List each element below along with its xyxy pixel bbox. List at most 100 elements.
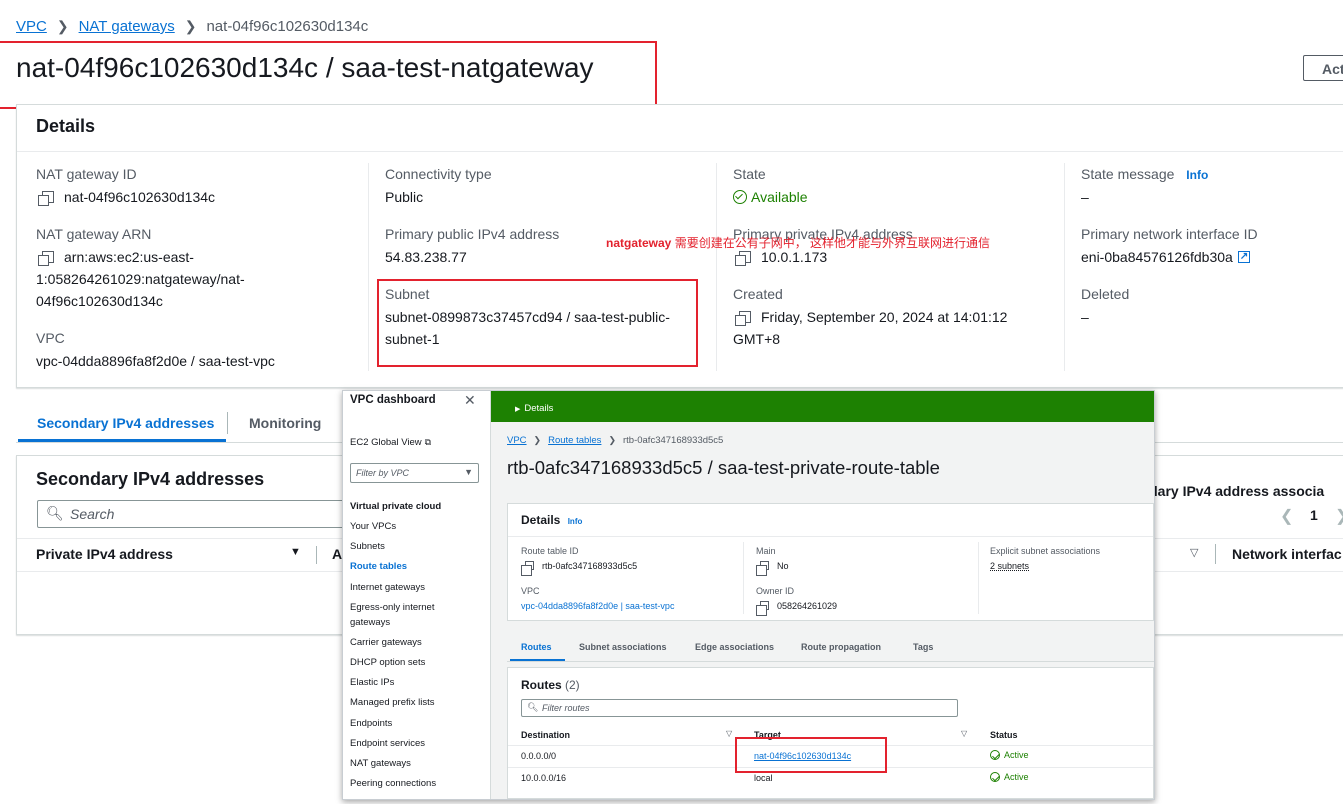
col-destination[interactable]: Destination: [521, 730, 570, 740]
sidebar-title: VPC dashboard: [350, 394, 436, 406]
sidebar-item-carrier-gateways[interactable]: Carrier gateways: [350, 637, 422, 648]
copy-icon[interactable]: [521, 561, 534, 576]
sidebar-item-nat-gateways[interactable]: NAT gateways: [350, 758, 411, 769]
vpc-link[interactable]: vpc-04dda8896fa8f2d0e / saa-test-vpc: [36, 350, 275, 372]
route-destination: 10.0.0.0/16: [521, 773, 567, 783]
info-link[interactable]: Info: [568, 517, 583, 526]
sidebar-item-dhcp-option-sets[interactable]: DHCP option sets: [350, 657, 425, 668]
sort-down-icon[interactable]: ▽: [1190, 546, 1198, 559]
tab-subnet-associations[interactable]: Subnet associations: [579, 642, 667, 652]
info-link[interactable]: Info: [1186, 168, 1208, 182]
copy-icon[interactable]: [38, 191, 54, 206]
active-tab-indicator: [510, 659, 565, 661]
connectivity-type-label: Connectivity type: [385, 166, 492, 182]
created-value-line1: Friday, September 20, 2024 at 14:01:12: [735, 306, 1007, 328]
breadcrumb: VPC ❯ NAT gateways ❯ nat-04f96c102630d13…: [16, 18, 368, 35]
search-input[interactable]: 🔍︎ Search: [37, 500, 357, 528]
col-network-interface[interactable]: Network interfac: [1232, 546, 1342, 562]
route-table-main: ▶ Details VPC ❯ Route tables ❯ rtb-0afc34…: [491, 391, 1154, 799]
nat-gateway-arn-line2: 1:058264261029:natgateway/nat-: [36, 271, 245, 287]
breadcrumb-route-tables-link[interactable]: Route tables: [548, 435, 601, 446]
banner-details-toggle[interactable]: ▶ Details: [515, 403, 553, 414]
page-number[interactable]: 1: [1310, 507, 1318, 523]
vpc-sidebar: VPC dashboard ✕ EC2 Global View ⧉ Filter …: [343, 391, 491, 799]
close-icon[interactable]: ✕: [464, 392, 476, 409]
sidebar-item-route-tables[interactable]: Route tables: [350, 561, 407, 572]
breadcrumb-nat-gateways-link[interactable]: NAT gateways: [79, 18, 175, 35]
tab-tags[interactable]: Tags: [913, 642, 933, 652]
tab-divider: [227, 412, 228, 434]
breadcrumb-vpc-link[interactable]: VPC: [16, 18, 47, 35]
rt-explicit-value[interactable]: 2 subnets: [990, 561, 1029, 571]
success-banner: ▶ Details: [491, 391, 1154, 422]
routes-panel: Routes (2) 🔍︎ Filter routes Destination …: [507, 667, 1154, 799]
rt-main-value: No: [756, 561, 789, 576]
secondary-associations-title: ondary IPv4 address associa: [1132, 483, 1325, 499]
highlight-box-title: [0, 41, 657, 109]
col-a[interactable]: A: [332, 546, 342, 562]
copy-icon[interactable]: [735, 251, 751, 266]
chevron-right-icon[interactable]: ❯: [1335, 506, 1343, 526]
active-tab-indicator: [18, 439, 226, 442]
nat-gateway-arn-line3: 04f96c102630d134c: [36, 293, 163, 309]
col-status[interactable]: Status: [990, 730, 1018, 740]
sidebar-item-subnets[interactable]: Subnets: [350, 541, 385, 552]
chevron-right-icon: ❯: [184, 18, 197, 34]
highlight-box-target: [735, 737, 887, 773]
sidebar-item-peering-connections[interactable]: Peering connections: [350, 778, 436, 789]
public-ip-link[interactable]: 54.83.238.77: [385, 246, 467, 268]
tab-monitoring[interactable]: Monitoring: [249, 415, 321, 431]
routes-title: Routes (2): [521, 678, 580, 692]
sort-down-icon[interactable]: ▽: [726, 729, 732, 738]
sidebar-ec2-global-view[interactable]: EC2 Global View ⧉: [350, 437, 431, 448]
sort-down-icon[interactable]: ▼: [290, 546, 301, 558]
sidebar-item-endpoints[interactable]: Endpoints: [350, 718, 392, 729]
state-label: State: [733, 166, 766, 182]
sidebar-item-your-vpcs[interactable]: Your VPCs: [350, 521, 396, 532]
copy-icon[interactable]: [756, 561, 769, 576]
chevron-right-icon: ❯: [56, 18, 69, 34]
col-private-ipv4[interactable]: Private IPv4 address: [36, 546, 173, 562]
copy-icon[interactable]: [756, 601, 769, 616]
chevron-left-icon[interactable]: ❮: [1280, 506, 1293, 526]
filter-by-vpc-select[interactable]: Filter by VPC ▼: [350, 463, 479, 483]
nat-gateway-id-label: NAT gateway ID: [36, 166, 137, 182]
filter-routes-input[interactable]: 🔍︎ Filter routes: [521, 699, 958, 717]
route-target: local: [754, 773, 773, 783]
eni-label: Primary network interface ID: [1081, 226, 1258, 242]
sidebar-item-endpoint-services[interactable]: Endpoint services: [350, 738, 425, 749]
breadcrumb-vpc-link[interactable]: VPC: [507, 435, 527, 446]
sidebar-item-elastic-ips[interactable]: Elastic IPs: [350, 677, 394, 688]
rt-owner-value: 058264261029: [756, 601, 837, 616]
actions-button[interactable]: Act: [1303, 55, 1343, 81]
vpc-label: VPC: [36, 330, 65, 346]
sidebar-item-managed-prefix-lists[interactable]: Managed prefix lists: [350, 697, 434, 708]
tab-route-propagation[interactable]: Route propagation: [801, 642, 881, 652]
highlight-box-subnet: [377, 279, 698, 367]
rt-details-title: Details Info: [521, 513, 583, 527]
rt-owner-label: Owner ID: [756, 586, 795, 596]
sidebar-item-egress-only-cont[interactable]: gateways: [350, 617, 390, 628]
check-circle-icon: [990, 772, 1000, 782]
tab-edge-associations[interactable]: Edge associations: [695, 642, 774, 652]
copy-icon[interactable]: [38, 251, 54, 266]
deleted-label: Deleted: [1081, 286, 1130, 302]
sort-down-icon[interactable]: ▽: [961, 729, 967, 738]
sidebar-section-title: Virtual private cloud: [350, 501, 442, 512]
details-title: Details: [36, 116, 96, 136]
caret-right-icon: ▶: [515, 406, 521, 413]
tab-secondary-ipv4[interactable]: Secondary IPv4 addresses: [37, 415, 214, 431]
sidebar-item-egress-only[interactable]: Egress-only internet: [350, 602, 434, 613]
eni-link[interactable]: eni-0ba84576126fdb30a: [1081, 246, 1250, 268]
public-ip-label: Primary public IPv4 address: [385, 226, 560, 242]
copy-icon[interactable]: [735, 311, 751, 326]
sidebar-item-internet-gateways[interactable]: Internet gateways: [350, 582, 425, 593]
nat-gateway-id-value: nat-04f96c102630d134c: [38, 186, 215, 208]
connectivity-type-value: Public: [385, 189, 424, 205]
rt-vpc-link[interactable]: vpc-04dda8896fa8f2d0e | saa-test-vpc: [521, 601, 674, 611]
rt-id-label: Route table ID: [521, 546, 579, 556]
tab-routes[interactable]: Routes: [521, 642, 552, 652]
route-status: Active: [990, 750, 1029, 760]
breadcrumb-current: nat-04f96c102630d134c: [206, 18, 369, 35]
annotation-note: natgateway 需要创建在公有子网中， 这样他才能与外界互联网进行通信: [606, 236, 991, 250]
